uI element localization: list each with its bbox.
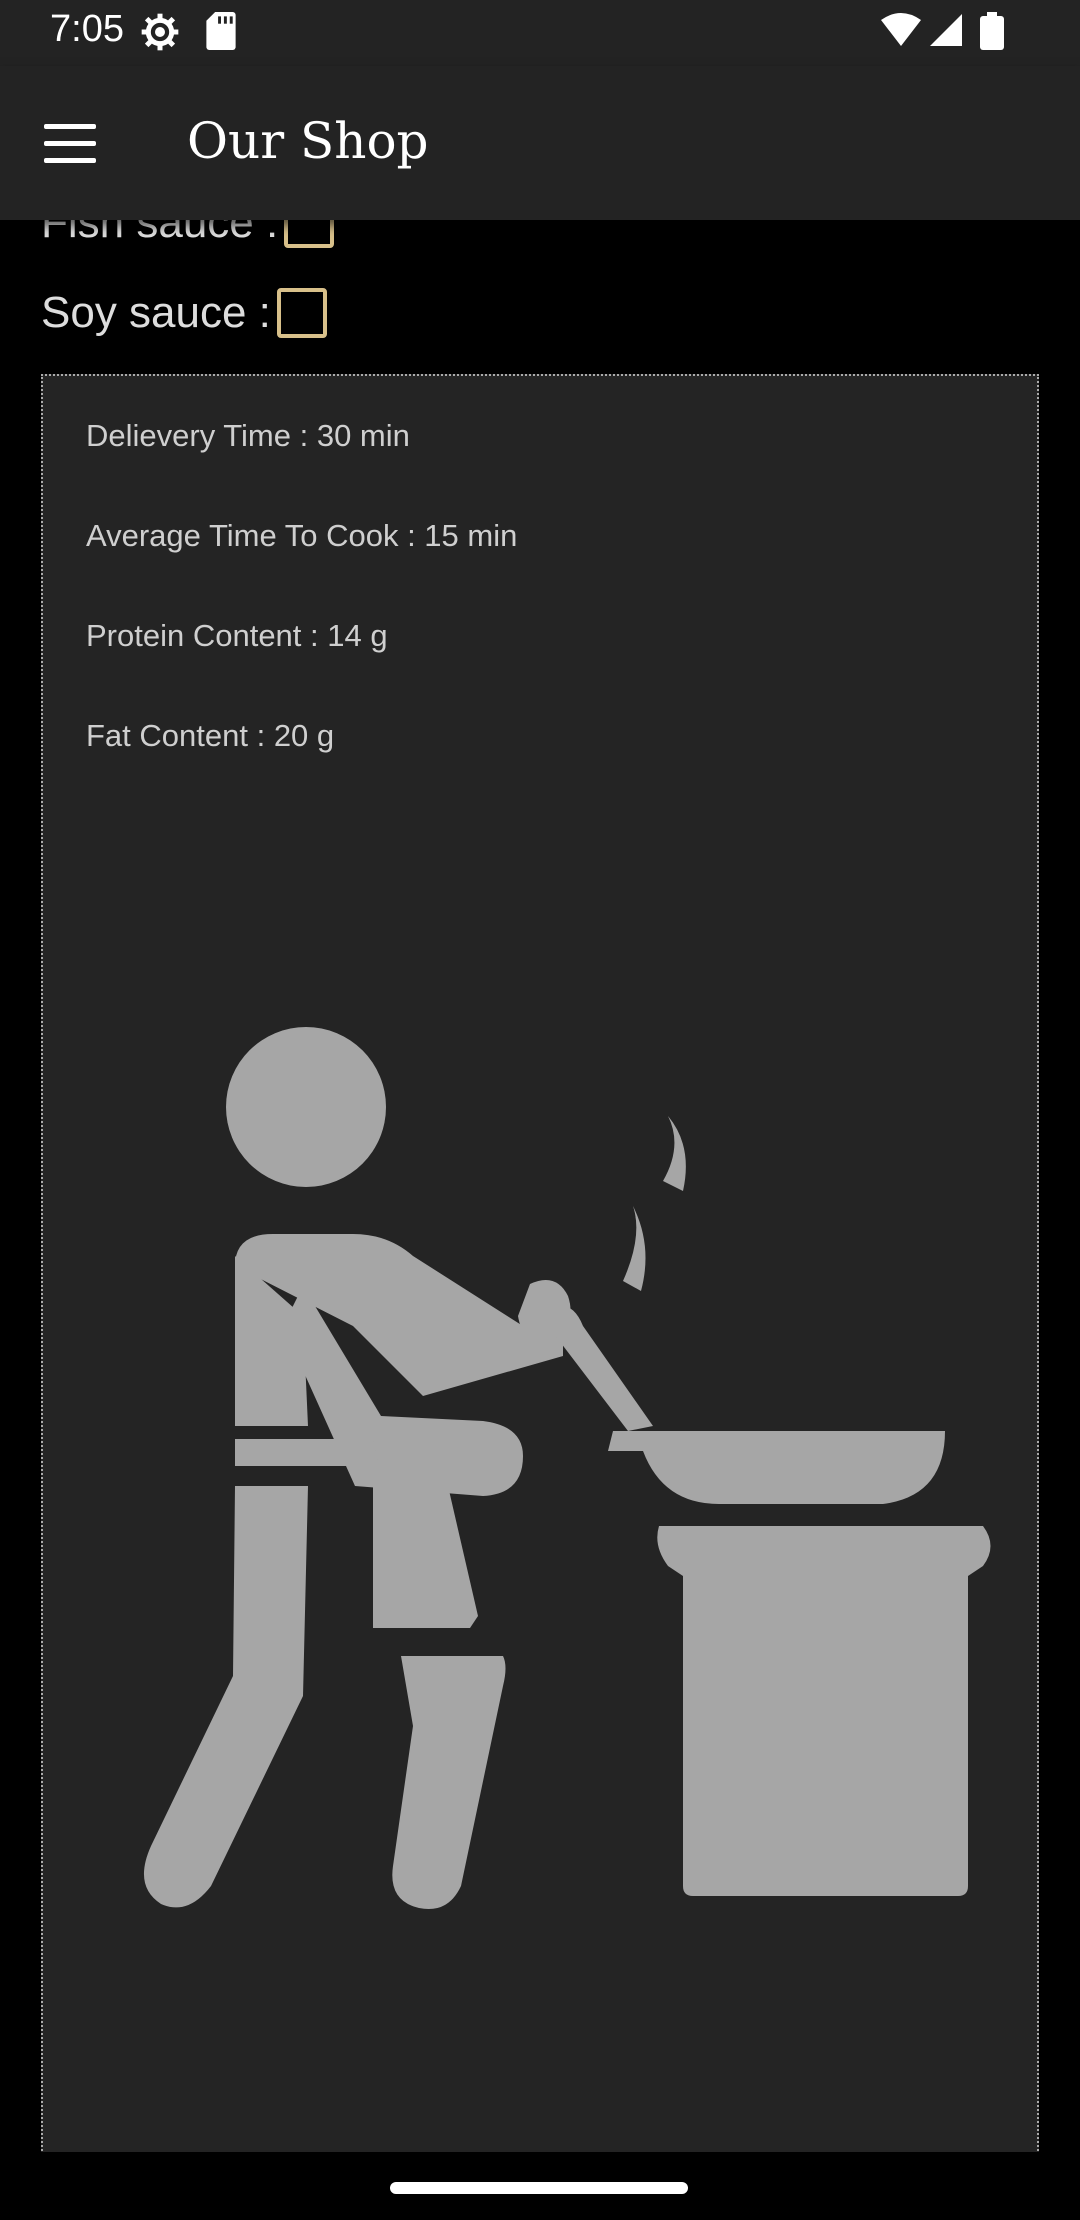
settings-icon bbox=[141, 13, 179, 51]
status-time: 7:05 bbox=[50, 8, 124, 50]
hamburger-menu-icon[interactable] bbox=[44, 124, 96, 164]
battery-icon bbox=[980, 12, 1004, 50]
option-label: Fish sauce : bbox=[41, 220, 279, 247]
fat-content: Fat Content : 20 g bbox=[86, 718, 335, 753]
signal-icon bbox=[930, 14, 962, 46]
fish-sauce-checkbox[interactable] bbox=[284, 220, 335, 248]
info-card: Delievery Time : 30 min Average Time To … bbox=[41, 374, 1039, 2152]
option-fish-sauce: Fish sauce : bbox=[41, 220, 335, 248]
status-bar: 7:05 bbox=[0, 0, 1080, 66]
home-gesture-handle[interactable] bbox=[390, 2182, 688, 2194]
soy-sauce-checkbox[interactable] bbox=[276, 288, 327, 338]
cook-time: Average Time To Cook : 15 min bbox=[86, 518, 518, 553]
option-label: Soy sauce : bbox=[41, 288, 271, 337]
main-content[interactable]: Fish sauce : Soy sauce : Delievery Time … bbox=[0, 220, 1080, 2152]
navigation-bar bbox=[0, 2152, 1080, 2220]
wifi-icon bbox=[881, 13, 921, 46]
option-soy-sauce: Soy sauce : bbox=[41, 288, 327, 338]
app-bar: Our Shop bbox=[0, 66, 1080, 220]
person-cooking-icon bbox=[143, 1027, 991, 1910]
app-title: Our Shop bbox=[187, 112, 429, 170]
delivery-time: Delievery Time : 30 min bbox=[86, 418, 410, 453]
sd-card-icon bbox=[206, 12, 236, 50]
protein-content: Protein Content : 14 g bbox=[86, 618, 388, 653]
